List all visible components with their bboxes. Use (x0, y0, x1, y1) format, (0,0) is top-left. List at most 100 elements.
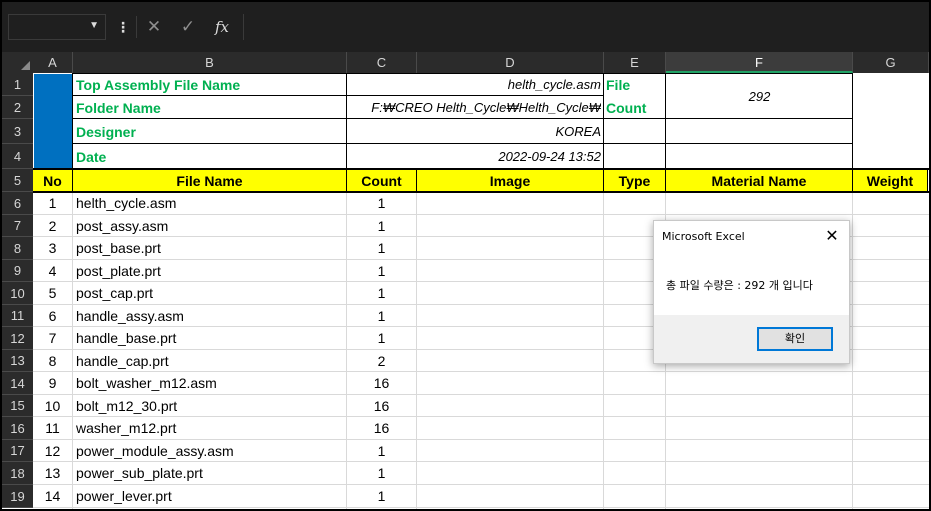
select-all-corner[interactable] (2, 52, 33, 73)
row-file-name[interactable]: power_module_assy.asm (76, 440, 344, 462)
column-header-f[interactable]: F (666, 52, 853, 73)
designer-label[interactable]: Designer (76, 119, 344, 144)
more-options-icon[interactable]: ⋮ (116, 14, 130, 40)
header-material-name[interactable]: Material Name (666, 170, 852, 191)
row-header-14[interactable]: 14 (2, 372, 33, 395)
row-no[interactable]: 4 (33, 260, 72, 282)
row-no[interactable]: 3 (33, 237, 72, 259)
row-file-name[interactable]: handle_assy.asm (76, 305, 344, 327)
row-file-name[interactable]: power_sub_plate.prt (76, 462, 344, 484)
row-count[interactable]: 1 (347, 282, 416, 304)
row-header-2[interactable]: 2 (2, 96, 33, 119)
row-header-19[interactable]: 19 (2, 485, 33, 508)
row-header-16[interactable]: 16 (2, 417, 33, 440)
column-header-b[interactable]: B (73, 52, 347, 73)
row-count[interactable]: 16 (347, 372, 416, 394)
row-header-5[interactable]: 5 (2, 169, 33, 192)
row-no[interactable]: 2 (33, 215, 72, 237)
column-header-d[interactable]: D (417, 52, 604, 73)
row-no[interactable]: 8 (33, 350, 72, 372)
header-file-name[interactable]: File Name (73, 170, 346, 191)
row-no[interactable]: 5 (33, 282, 72, 304)
border (603, 170, 604, 192)
row-no[interactable]: 14 (33, 485, 72, 507)
row-file-name[interactable]: post_plate.prt (76, 260, 344, 282)
ok-button[interactable]: 확인 (757, 327, 833, 351)
row-file-name[interactable]: post_assy.asm (76, 215, 344, 237)
row-count[interactable]: 1 (347, 305, 416, 327)
row-no[interactable]: 12 (33, 440, 72, 462)
row-file-name[interactable]: handle_cap.prt (76, 350, 344, 372)
row-header-8[interactable]: 8 (2, 237, 33, 260)
gridline (603, 192, 604, 509)
row-file-name[interactable]: post_base.prt (76, 237, 344, 259)
enter-icon[interactable]: ✓ (173, 14, 203, 40)
row-count[interactable]: 1 (347, 192, 416, 214)
row-file-name[interactable]: power_lever.prt (76, 485, 344, 507)
row-no[interactable]: 13 (33, 462, 72, 484)
row-header-9[interactable]: 9 (2, 260, 33, 282)
file-label[interactable]: File (606, 73, 664, 96)
row-count[interactable]: 2 (347, 350, 416, 372)
row-header-1[interactable]: 1 (2, 73, 33, 96)
header-no[interactable]: No (33, 170, 72, 191)
dialog-message: 총 파일 수량은 : 292 개 입니다 (666, 279, 813, 292)
count-label[interactable]: Count (606, 96, 664, 119)
row-count[interactable]: 1 (347, 327, 416, 349)
header-type[interactable]: Type (604, 170, 665, 191)
border (416, 170, 417, 192)
row-count[interactable]: 1 (347, 237, 416, 259)
column-header-c[interactable]: C (347, 52, 417, 73)
folder-label[interactable]: Folder Name (76, 96, 344, 119)
column-header-g[interactable]: G (853, 52, 929, 73)
row-file-name[interactable]: bolt_washer_m12.asm (76, 372, 344, 394)
row-count[interactable]: 1 (347, 440, 416, 462)
top-assembly-label[interactable]: Top Assembly File Name (76, 73, 344, 96)
row-file-name[interactable]: post_cap.prt (76, 282, 344, 304)
column-header-a[interactable]: A (33, 52, 73, 73)
close-icon[interactable]: ✕ (823, 226, 841, 245)
row-file-name[interactable]: handle_base.prt (76, 327, 344, 349)
row-header-7[interactable]: 7 (2, 215, 33, 237)
row-no[interactable]: 6 (33, 305, 72, 327)
row-header-10[interactable]: 10 (2, 282, 33, 305)
header-count[interactable]: Count (347, 170, 416, 191)
formula-input[interactable] (243, 14, 927, 40)
row-count[interactable]: 1 (347, 485, 416, 507)
date-value[interactable]: 2022-09-24 13:52 (350, 144, 601, 169)
column-header-e[interactable]: E (604, 52, 666, 73)
row-count[interactable]: 1 (347, 215, 416, 237)
row-no[interactable]: 11 (33, 417, 72, 439)
row-header-4[interactable]: 4 (2, 144, 33, 169)
row-header-12[interactable]: 12 (2, 327, 33, 350)
row-header-6[interactable]: 6 (2, 192, 33, 215)
row-count[interactable]: 1 (347, 462, 416, 484)
row-no[interactable]: 10 (33, 395, 72, 417)
top-assembly-value[interactable]: helth_cycle.asm (350, 73, 601, 96)
chevron-down-icon[interactable]: ▼ (89, 20, 99, 31)
designer-value[interactable]: KOREA (350, 119, 601, 144)
file-count-value[interactable]: 292 (667, 73, 852, 119)
row-header-15[interactable]: 15 (2, 395, 33, 417)
name-box[interactable]: ▼ (8, 14, 106, 40)
row-header-18[interactable]: 18 (2, 462, 33, 485)
row-header-11[interactable]: 11 (2, 305, 33, 327)
header-image[interactable]: Image (417, 170, 603, 191)
row-count[interactable]: 1 (347, 260, 416, 282)
row-header-13[interactable]: 13 (2, 350, 33, 372)
row-file-name[interactable]: washer_m12.prt (76, 417, 344, 439)
row-file-name[interactable]: bolt_m12_30.prt (76, 395, 344, 417)
row-header-17[interactable]: 17 (2, 440, 33, 462)
row-no[interactable]: 7 (33, 327, 72, 349)
date-label[interactable]: Date (76, 144, 344, 169)
row-count[interactable]: 16 (347, 395, 416, 417)
header-weight[interactable]: Weight (853, 170, 927, 191)
row-no[interactable]: 9 (33, 372, 72, 394)
row-header-3[interactable]: 3 (2, 119, 33, 144)
cancel-icon[interactable]: ✕ (139, 14, 169, 40)
row-count[interactable]: 16 (347, 417, 416, 439)
insert-function-icon[interactable]: fx (207, 14, 237, 40)
folder-value[interactable]: F:₩CREO Helth_Cycle₩Helth_Cycle₩ (350, 96, 601, 119)
row-file-name[interactable]: helth_cycle.asm (76, 192, 344, 214)
row-no[interactable]: 1 (33, 192, 72, 214)
